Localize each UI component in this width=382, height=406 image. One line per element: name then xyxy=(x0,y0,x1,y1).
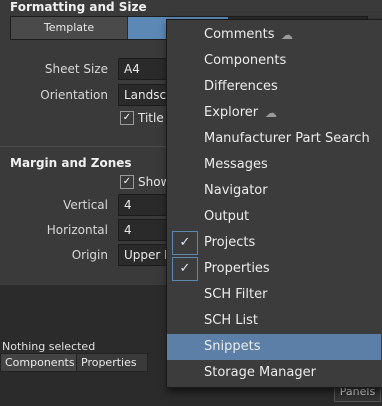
section-margin-title: Margin and Zones xyxy=(10,156,132,170)
menu-item-label: Differences xyxy=(204,79,278,94)
menu-item[interactable]: Messages xyxy=(167,152,381,178)
checkmark-icon: ✓ xyxy=(172,231,198,255)
menu-item[interactable]: Snippets xyxy=(167,334,381,360)
show-zones-checkbox[interactable]: ✓ xyxy=(120,175,134,189)
menu-item[interactable]: ✓ Projects xyxy=(167,230,381,256)
menu-item-label: Comments xyxy=(204,27,275,42)
menu-item[interactable]: Navigator xyxy=(167,178,381,204)
checkmark-icon: ✓ xyxy=(172,257,198,281)
vertical-label: Vertical xyxy=(63,198,108,212)
menu-item-label: Messages xyxy=(204,157,268,172)
cloud-icon: ☁ xyxy=(265,106,277,120)
selection-status: Nothing selected xyxy=(2,340,96,353)
cloud-icon: ☁ xyxy=(281,28,293,42)
origin-label: Origin xyxy=(71,248,108,262)
menu-item-label: Components xyxy=(204,53,287,68)
menu-item-label: Storage Manager xyxy=(204,365,316,380)
menu-item[interactable]: SCH List xyxy=(167,308,381,334)
horizontal-label: Horizontal xyxy=(46,223,108,237)
menu-item[interactable]: Manufacturer Part Search xyxy=(167,126,381,152)
title-block-checkbox[interactable]: ✓ xyxy=(120,111,134,125)
menu-item-label: Snippets xyxy=(204,339,261,354)
menu-item[interactable]: ✓ Properties xyxy=(167,256,381,282)
section-formatting-title: Formatting and Size xyxy=(10,0,147,14)
menu-item-label: Navigator xyxy=(204,183,268,198)
menu-item[interactable]: Output xyxy=(167,204,381,230)
menu-item[interactable]: Storage Manager xyxy=(167,360,381,386)
menu-item[interactable]: Comments ☁ xyxy=(167,22,381,48)
menu-item-label: Properties xyxy=(204,261,270,276)
menu-item[interactable]: Explorer ☁ xyxy=(167,100,381,126)
tab-properties[interactable]: Properties xyxy=(76,353,148,372)
sheet-size-label: Sheet Size xyxy=(44,62,108,76)
menu-item-label: SCH List xyxy=(204,313,258,328)
menu-item-label: SCH Filter xyxy=(204,287,268,302)
panels-menu: Comments ☁ Components Differences Explorer ☁ M… xyxy=(166,19,382,388)
template-mode-button[interactable]: Template xyxy=(11,17,127,39)
menu-item[interactable]: Differences xyxy=(167,74,381,100)
tab-components[interactable]: Components xyxy=(0,353,77,372)
menu-item-label: Projects xyxy=(204,235,256,250)
menu-item[interactable]: Components xyxy=(167,48,381,74)
menu-item[interactable]: SCH Filter xyxy=(167,282,381,308)
menu-item-label: Output xyxy=(204,209,250,224)
menu-item-label: Manufacturer Part Search xyxy=(204,131,370,146)
menu-item-label: Explorer xyxy=(204,105,259,120)
orientation-label: Orientation xyxy=(40,88,108,102)
